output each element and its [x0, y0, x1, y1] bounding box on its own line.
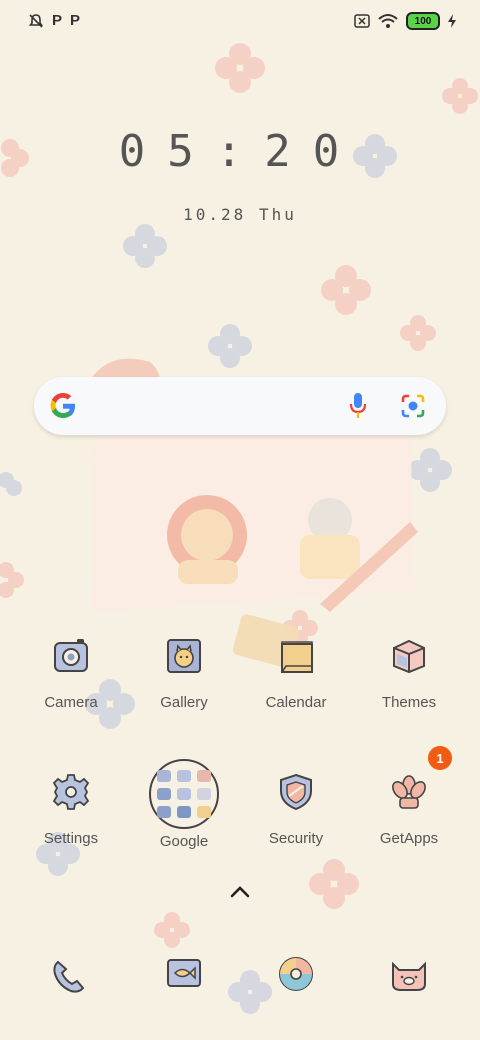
app-label: Camera [44, 694, 98, 711]
app-camera[interactable]: Camera [21, 626, 121, 711]
mic-icon[interactable] [348, 392, 368, 420]
chevron-up-icon[interactable] [228, 884, 252, 900]
notification-badge: 1 [428, 746, 452, 770]
dock-messages[interactable] [134, 944, 234, 1004]
battery-icon: 100 [406, 12, 440, 30]
settings-icon [41, 762, 101, 822]
app-calendar[interactable]: Calendar [246, 626, 346, 711]
wifi-icon [378, 14, 398, 28]
p-app-icon: P [52, 12, 63, 29]
charging-icon [448, 14, 456, 28]
themes-icon [379, 626, 439, 686]
google-search-bar[interactable] [34, 377, 446, 435]
dock-pig-app[interactable] [359, 946, 459, 1006]
app-settings[interactable]: Settings [21, 762, 121, 847]
app-gallery[interactable]: Gallery [134, 626, 234, 711]
status-bar-left: P P [28, 12, 80, 29]
google-g-icon [50, 393, 75, 418]
app-label: Security [268, 830, 324, 847]
notifications-off-icon [28, 13, 44, 28]
app-label: Google [159, 833, 209, 850]
app-label: Settings [43, 830, 99, 847]
gallery-icon [154, 626, 214, 686]
dock-phone[interactable] [19, 946, 119, 1006]
app-label: GetApps [379, 830, 439, 847]
status-bar: P P 100 [0, 0, 480, 42]
phone-icon [39, 946, 99, 1006]
dock-browser[interactable] [246, 944, 346, 1004]
app-getapps[interactable]: GetApps [359, 762, 459, 847]
clock-time[interactable]: 05:20 [0, 126, 480, 177]
camera-icon [41, 626, 101, 686]
app-themes[interactable]: Themes [359, 626, 459, 711]
app-google-folder[interactable]: Google [134, 757, 234, 850]
app-label: Calendar [265, 694, 327, 711]
app-label: Gallery [160, 694, 208, 711]
security-icon [266, 762, 326, 822]
sim-off-icon [354, 14, 370, 28]
lens-icon[interactable] [400, 393, 426, 419]
browser-icon [266, 944, 326, 1004]
status-bar-right: 100 [354, 12, 456, 30]
clock-date[interactable]: 10.28 Thu [0, 205, 480, 224]
messages-icon [154, 944, 214, 1004]
app-security[interactable]: Security [246, 762, 346, 847]
app-label: Themes [381, 694, 437, 711]
calendar-icon [266, 626, 326, 686]
getapps-icon [379, 762, 439, 822]
p-app-icon: P [70, 12, 81, 29]
google-folder [147, 757, 221, 831]
pig-icon [379, 946, 439, 1006]
folder-grid [149, 759, 219, 829]
